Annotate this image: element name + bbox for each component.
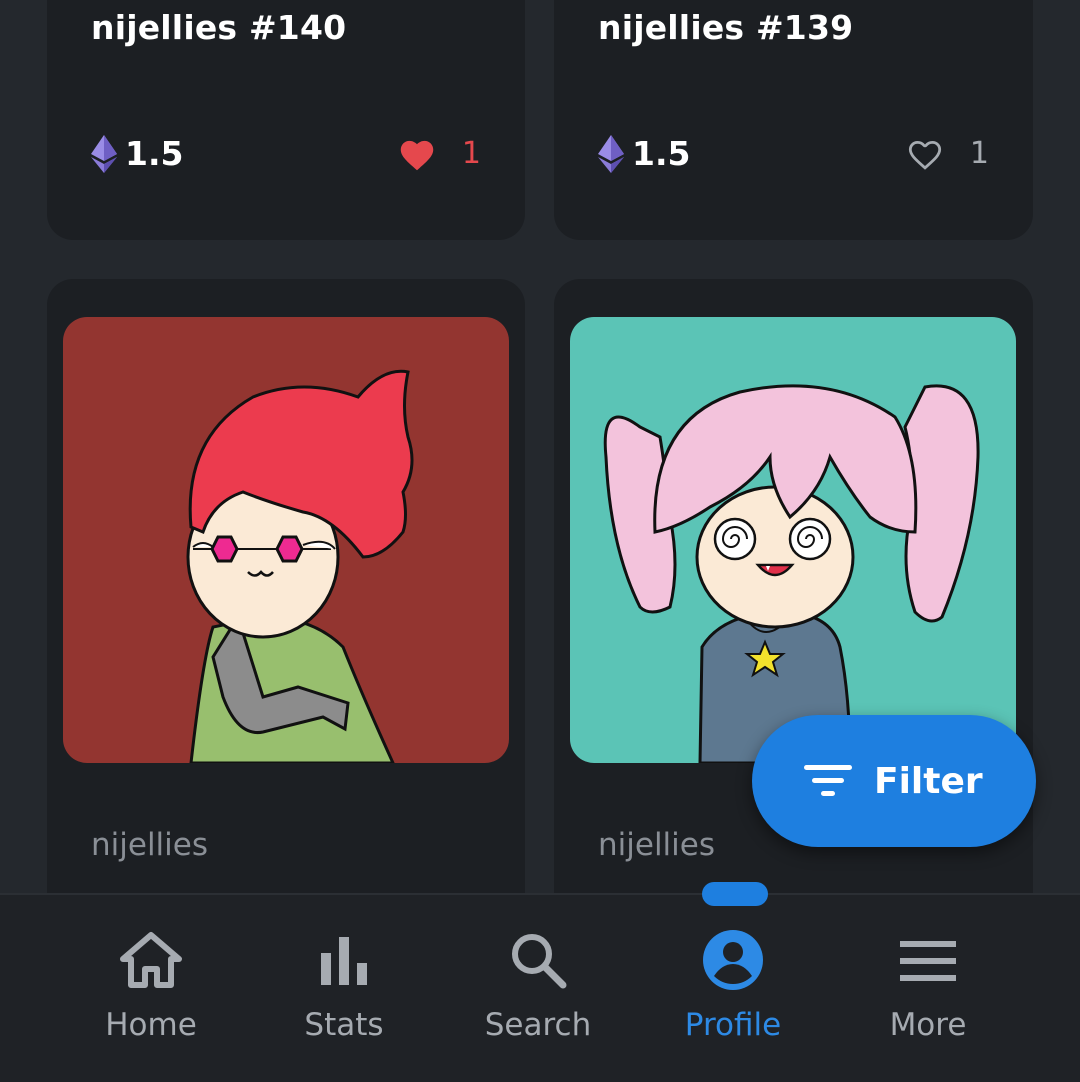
nav-home[interactable]: Home [54, 895, 248, 1082]
filter-icon [804, 765, 852, 796]
price: 1.5 [91, 134, 183, 173]
nav-more[interactable]: More [831, 895, 1025, 1082]
collection-name: nijellies [598, 827, 716, 863]
filter-label: Filter [874, 760, 983, 802]
home-icon [120, 932, 182, 988]
ethereum-icon [598, 134, 624, 173]
nav-label: More [889, 1007, 967, 1043]
nav-profile[interactable]: Profile [636, 895, 830, 1082]
nav-label: Profile [684, 1007, 782, 1043]
heart-filled-icon [400, 140, 434, 170]
like-button[interactable]: 1 [906, 136, 989, 171]
red-hair-character-image [186, 369, 414, 763]
menu-icon [900, 941, 956, 981]
nft-artwork[interactable] [570, 317, 1016, 763]
heart-outline-icon [908, 140, 941, 170]
nav-label: Stats [304, 1007, 384, 1043]
nft-card[interactable]: nijellies #139 1.5 1 [554, 0, 1033, 240]
like-count: 1 [461, 136, 481, 171]
nft-title: nijellies #139 [598, 8, 854, 47]
account-circle-icon [703, 930, 763, 990]
price-value: 1.5 [632, 134, 691, 173]
nft-artwork[interactable] [63, 317, 509, 763]
collection-name: nijellies [91, 827, 209, 863]
nft-title: nijellies #140 [91, 8, 347, 47]
bottom-navigation: Home Stats Search Profile More [0, 893, 1080, 1082]
like-count: 1 [969, 136, 989, 171]
price-value: 1.5 [125, 134, 184, 173]
bar-chart-icon [321, 937, 367, 985]
ethereum-icon [91, 134, 117, 173]
scroll-indicator [702, 882, 768, 906]
filter-button[interactable]: Filter [752, 715, 1036, 847]
like-button[interactable]: 1 [398, 136, 481, 171]
price: 1.5 [598, 134, 690, 173]
nav-label: Search [484, 1007, 592, 1043]
nav-stats[interactable]: Stats [247, 895, 441, 1082]
nav-search[interactable]: Search [441, 895, 635, 1082]
nft-card[interactable]: nijellies #140 1.5 1 [47, 0, 525, 240]
pink-hair-character-image [603, 384, 980, 763]
nft-card[interactable]: nijellies [47, 279, 525, 919]
nav-label: Home [105, 1007, 197, 1043]
search-icon [512, 934, 567, 989]
